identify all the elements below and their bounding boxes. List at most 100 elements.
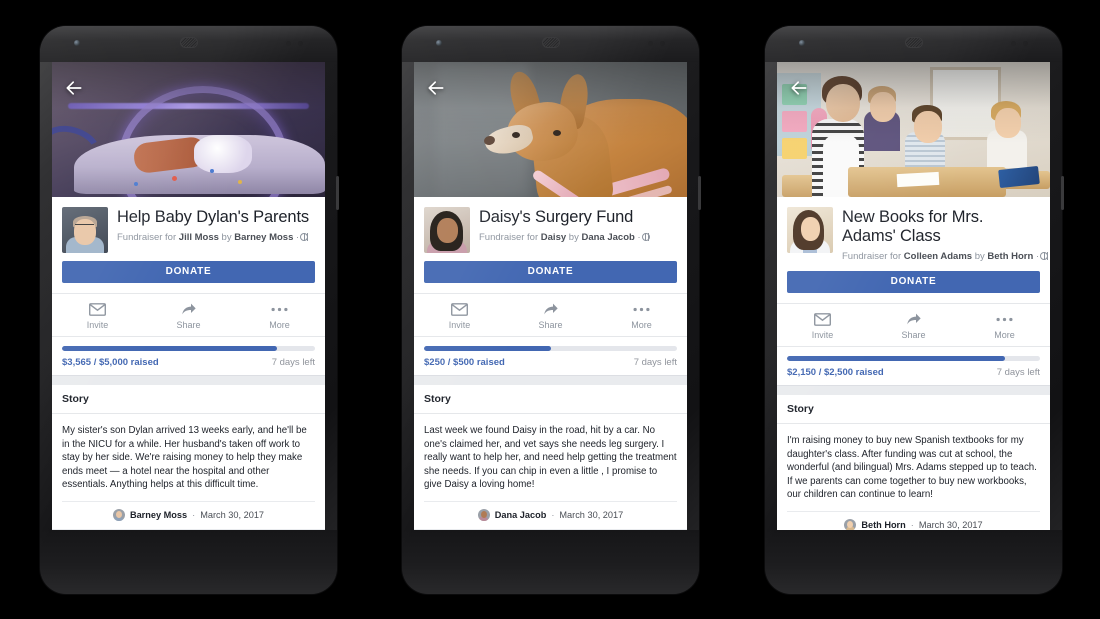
story-text: I'm raising money to buy new Spanish tex… [787,435,1037,501]
story-author-name[interactable]: Beth Horn [861,520,905,530]
share-button[interactable]: Share [143,301,234,330]
beneficiary-name[interactable]: Daisy [541,232,566,243]
avatar[interactable] [112,508,125,521]
byline-prefix: Fundraiser for [842,251,902,262]
fundraiser-byline: Fundraiser for Colleen Adams by Beth Hor… [842,250,1049,263]
beneficiary-name[interactable]: Jill Moss [179,232,219,243]
progress-fill [424,346,551,351]
fundraiser-card-1: Help Baby Dylan's Parents Fundraiser for… [52,197,325,376]
phone-top-bezel [40,26,337,62]
phone-top-bezel [765,26,1062,62]
hero-image-3 [777,62,1050,197]
action-row-2: Invite Share More [414,293,687,336]
screen-bottom-spacer [414,528,687,530]
more-label: More [631,320,652,330]
phone-screen-2: Daisy's Surgery Fund Fundraiser for Dais… [414,62,687,530]
progress-track [62,346,315,351]
organizer-name[interactable]: Dana Jacob [581,232,634,243]
story-footer-2: Dana Jacob · March 30, 2017 [424,500,677,521]
phone-bottom-bezel [40,530,337,594]
back-arrow-icon[interactable] [426,78,446,98]
phone-bottom-bezel [765,530,1062,594]
back-arrow-icon[interactable] [64,78,84,98]
more-label: More [994,330,1015,340]
story-date: March 30, 2017 [200,509,265,520]
avatar[interactable] [787,207,833,253]
story-footer-1: Barney Moss · March 30, 2017 [62,500,315,521]
progress-fill [787,356,1005,361]
phone-device-3: New Books for Mrs. Adams' Class Fundrais… [765,26,1064,594]
time-left-label: 7 days left [996,367,1040,378]
share-arrow-icon [868,311,959,327]
share-button[interactable]: Share [505,301,596,330]
power-button[interactable] [698,176,701,210]
page-title: Daisy's Surgery Fund [479,208,634,226]
invite-label: Invite [86,320,109,330]
screen-bottom-spacer [52,528,325,530]
amount-raised-label: $250 / $500 raised [424,357,505,368]
organizer-name[interactable]: Beth Horn [987,251,1033,262]
invite-button[interactable]: Invite [414,301,505,330]
avatar[interactable] [477,508,490,521]
byline-by: by [568,232,579,243]
envelope-icon [414,301,505,317]
ellipsis-icon [596,301,687,317]
action-row-3: Invite Share More [777,303,1050,346]
globe-icon [300,233,309,241]
story-author-name[interactable]: Barney Moss [130,510,187,520]
avatar[interactable] [844,518,857,530]
earpiece-speaker-icon [541,37,560,48]
avatar[interactable] [62,207,108,253]
donate-button[interactable]: DONATE [787,271,1040,293]
front-camera-icon [436,40,442,46]
fundraiser-byline: Fundraiser for Daisy by Dana Jacob · [479,231,677,244]
story-date: March 30, 2017 [559,509,624,520]
more-button[interactable]: More [959,311,1050,340]
hero-image-2 [414,62,687,197]
share-label: Share [901,330,926,340]
front-camera-icon [799,40,805,46]
amount-raised-label: $3,565 / $5,000 raised [62,357,159,368]
action-row-1: Invite Share More [52,293,325,336]
story-heading: Story [414,385,687,414]
progress-section-1: $3,565 / $5,000 raised 7 days left [52,336,325,375]
power-button[interactable] [1061,176,1064,210]
byline-by: by [974,251,985,262]
fundraiser-card-3: New Books for Mrs. Adams' Class Fundrais… [777,197,1050,386]
organizer-name[interactable]: Barney Moss [234,232,293,243]
more-button[interactable]: More [234,301,325,330]
story-author-name[interactable]: Dana Jacob [495,510,547,520]
fundraiser-byline: Fundraiser for Jill Moss by Barney Moss … [117,231,315,244]
share-arrow-icon [505,301,596,317]
hero-image-1 [52,62,325,197]
earpiece-speaker-icon [904,37,923,48]
envelope-icon [777,311,868,327]
more-button[interactable]: More [596,301,687,330]
progress-track [424,346,677,351]
proximity-sensor-icon [286,41,291,46]
avatar[interactable] [424,207,470,253]
donate-button[interactable]: DONATE [62,261,315,283]
amount-raised-label: $2,150 / $2,500 raised [787,367,884,378]
invite-button[interactable]: Invite [777,311,868,340]
story-section-3: I'm raising money to buy new Spanish tex… [777,424,1050,530]
byline-prefix: Fundraiser for [479,232,539,243]
earpiece-speaker-icon [179,37,198,48]
power-button[interactable] [336,176,339,210]
time-left-label: 7 days left [633,357,677,368]
beneficiary-name[interactable]: Colleen Adams [904,251,972,262]
light-sensor-icon [298,41,303,46]
page-title: Help Baby Dylan's Parents [117,208,309,226]
byline-prefix: Fundraiser for [117,232,177,243]
donate-button[interactable]: DONATE [424,261,677,283]
back-arrow-icon[interactable] [789,78,809,98]
invite-button[interactable]: Invite [52,301,143,330]
story-text: My sister's son Dylan arrived 13 weeks e… [62,425,307,491]
invite-label: Invite [811,330,834,340]
ellipsis-icon [234,301,325,317]
story-section-1: My sister's son Dylan arrived 13 weeks e… [52,414,325,529]
proximity-sensor-icon [1011,41,1016,46]
section-divider [777,386,1050,395]
share-arrow-icon [143,301,234,317]
share-button[interactable]: Share [868,311,959,340]
